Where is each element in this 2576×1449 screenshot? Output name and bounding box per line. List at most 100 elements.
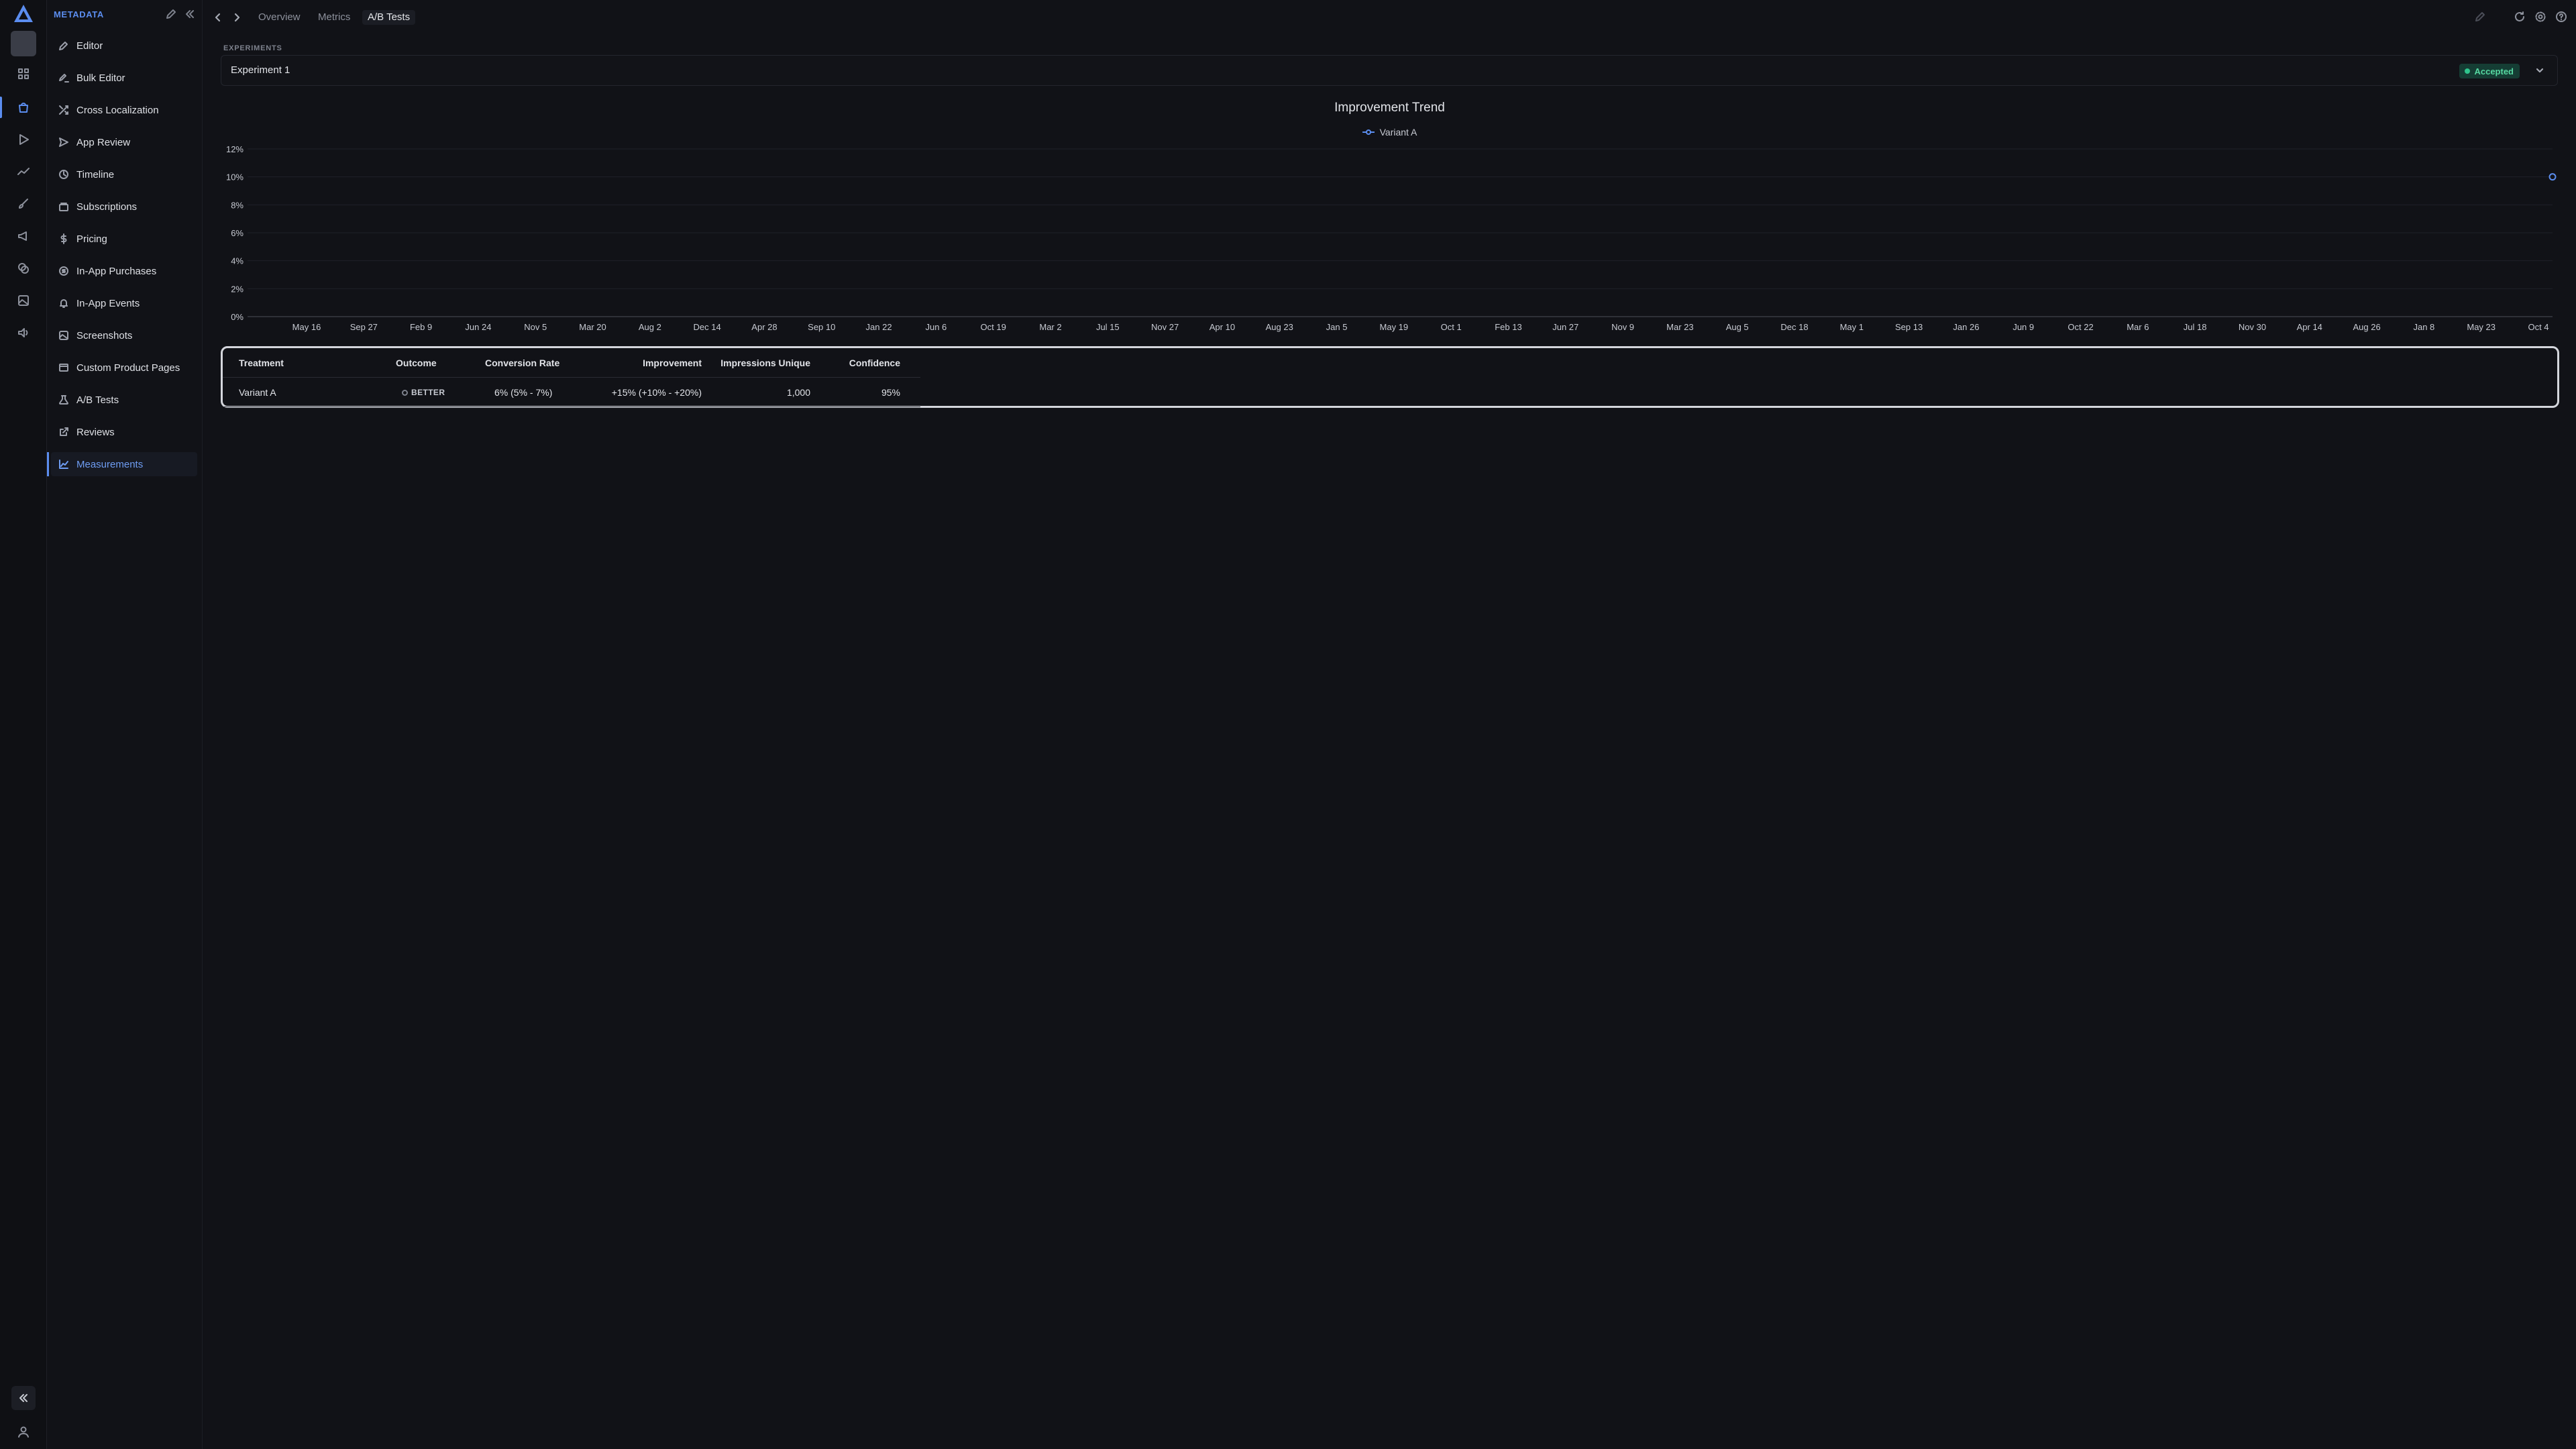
pencil-icon xyxy=(2475,12,2485,21)
x-tick-label: Jul 15 xyxy=(1096,322,1120,332)
app-logo-icon[interactable] xyxy=(13,4,34,23)
image-icon xyxy=(58,329,70,341)
back-button[interactable] xyxy=(210,9,226,25)
outcome-dot-icon xyxy=(402,389,408,396)
sidebar-item-reviews[interactable]: Reviews xyxy=(51,420,197,444)
image-icon xyxy=(18,295,29,306)
x-tick-label: Jun 9 xyxy=(2012,322,2034,332)
refresh-button[interactable] xyxy=(2512,9,2527,24)
expand-rail-button[interactable] xyxy=(11,1386,36,1410)
sidebar-item-app-review[interactable]: App Review xyxy=(51,130,197,154)
x-tick-label: May 1 xyxy=(1840,322,1864,332)
sidebar-item-editor[interactable]: Editor xyxy=(51,34,197,58)
sidebar-item-subscriptions[interactable]: Subscriptions xyxy=(51,195,197,219)
coin-icon xyxy=(58,265,70,277)
cell-outcome: BETTER xyxy=(402,378,445,407)
x-tick-label: Oct 1 xyxy=(1441,322,1462,332)
y-tick-label: 6% xyxy=(231,228,244,238)
rail-tools-button[interactable] xyxy=(11,192,36,216)
help-button[interactable] xyxy=(2554,9,2569,24)
forward-button[interactable] xyxy=(229,9,245,25)
x-tick-label: Sep 27 xyxy=(350,322,378,332)
send-icon xyxy=(58,136,70,148)
rail-media-button[interactable] xyxy=(11,288,36,313)
x-tick-label: Jun 6 xyxy=(925,322,947,332)
sidebar-item-label: App Review xyxy=(76,136,131,148)
y-tick-label: 4% xyxy=(231,256,244,266)
cell-conversion-rate: 6% (5% - 7%) xyxy=(494,387,553,398)
sidebar-item-custom-product-pages[interactable]: Custom Product Pages xyxy=(51,356,197,380)
x-tick-label: Apr 28 xyxy=(751,322,777,332)
sidebar-item-label: Timeline xyxy=(76,168,115,180)
sidebar-item-cross-localization[interactable]: Cross Localization xyxy=(51,98,197,122)
y-tick-label: 12% xyxy=(226,144,244,154)
sidebar-item-bulk-editor[interactable]: Bulk Editor xyxy=(51,66,197,90)
x-tick-label: Feb 13 xyxy=(1495,322,1521,332)
tab-ab-tests[interactable]: A/B Tests xyxy=(362,10,416,25)
store-icon xyxy=(19,103,28,113)
x-tick-label: Apr 14 xyxy=(2297,322,2322,332)
x-tick-label: Jun 24 xyxy=(465,322,491,332)
rail-audio-button[interactable] xyxy=(11,321,36,345)
collapse-sidebar-icon[interactable] xyxy=(184,8,196,20)
user-icon xyxy=(18,1426,29,1438)
cell-impressions-unique: 1,000 xyxy=(786,387,810,398)
chevron-right-icon xyxy=(234,13,240,22)
header-confidence: Confidence xyxy=(849,358,900,368)
outcome-label: BETTER xyxy=(411,388,445,397)
rail-coins-button[interactable] xyxy=(11,256,36,280)
grid-icon xyxy=(18,68,29,79)
x-tick-label: Oct 4 xyxy=(2528,322,2548,332)
app-avatar[interactable] xyxy=(11,31,36,56)
sidebar-item-label: Cross Localization xyxy=(76,104,159,116)
sidebar-item-in-app-purchases[interactable]: In-App Purchases xyxy=(51,259,197,283)
edit-button[interactable] xyxy=(2473,9,2487,24)
chevrons-left-icon xyxy=(19,1394,28,1402)
pages-icon xyxy=(58,362,70,374)
x-tick-label: Mar 20 xyxy=(579,322,606,332)
y-tick-label: 0% xyxy=(231,312,244,322)
clock-icon xyxy=(58,168,70,180)
settings-button[interactable] xyxy=(2533,9,2548,24)
header-treatment: Treatment xyxy=(239,358,284,368)
table-row[interactable]: Variant A BETTER 6% (5% - 7%) +15% (+10%… xyxy=(223,378,920,407)
x-tick-label: Nov 30 xyxy=(2239,322,2266,332)
sidebar-item-screenshots[interactable]: Screenshots xyxy=(51,323,197,347)
line-chart-icon xyxy=(58,458,70,470)
tab-overview[interactable]: Overview xyxy=(253,10,306,25)
sidebar-item-measurements[interactable]: Measurements xyxy=(47,452,197,476)
header-impressions-unique: Impressions Unique xyxy=(720,358,810,368)
rail-metadata-button[interactable] xyxy=(11,95,36,119)
top-bar: Overview Metrics A/B Tests xyxy=(203,0,2576,35)
trend-icon xyxy=(17,168,30,175)
profile-button[interactable] xyxy=(11,1419,36,1444)
cell-improvement: +15% (+10% - +20%) xyxy=(611,387,702,398)
sidebar-item-in-app-events[interactable]: In-App Events xyxy=(51,291,197,315)
results-table: Treatment Outcome Conversion Rate Improv… xyxy=(221,346,2559,408)
sidebar-item-pricing[interactable]: Pricing xyxy=(51,227,197,251)
bulk-edit-icon xyxy=(58,72,70,84)
pencil-icon xyxy=(58,40,70,52)
rail-analytics-button[interactable] xyxy=(11,160,36,184)
sidebar-item-label: Pricing xyxy=(76,233,107,245)
sidebar-item-ab-tests[interactable]: A/B Tests xyxy=(51,388,197,412)
x-tick-label: Aug 5 xyxy=(1726,322,1749,332)
help-icon xyxy=(2556,11,2567,22)
sidebar-item-label: Screenshots xyxy=(76,329,133,341)
tab-metrics[interactable]: Metrics xyxy=(313,10,356,25)
x-tick-label: Sep 10 xyxy=(808,322,835,332)
refresh-icon xyxy=(2515,11,2524,21)
sidebar-item-label: A/B Tests xyxy=(76,394,119,406)
sidebar-item-timeline[interactable]: Timeline xyxy=(51,162,197,186)
rail-play-button[interactable] xyxy=(11,127,36,152)
rail-active-indicator xyxy=(0,97,2,118)
x-tick-label: Oct 22 xyxy=(2068,322,2093,332)
play-icon xyxy=(19,134,29,145)
y-tick-label: 2% xyxy=(231,284,244,294)
rail-marketing-button[interactable] xyxy=(11,224,36,248)
edit-pencil-icon[interactable] xyxy=(165,8,177,20)
external-link-icon xyxy=(58,426,70,438)
x-tick-label: Jan 22 xyxy=(866,322,892,332)
rail-grid-button[interactable] xyxy=(11,62,36,86)
data-point xyxy=(2548,173,2557,181)
